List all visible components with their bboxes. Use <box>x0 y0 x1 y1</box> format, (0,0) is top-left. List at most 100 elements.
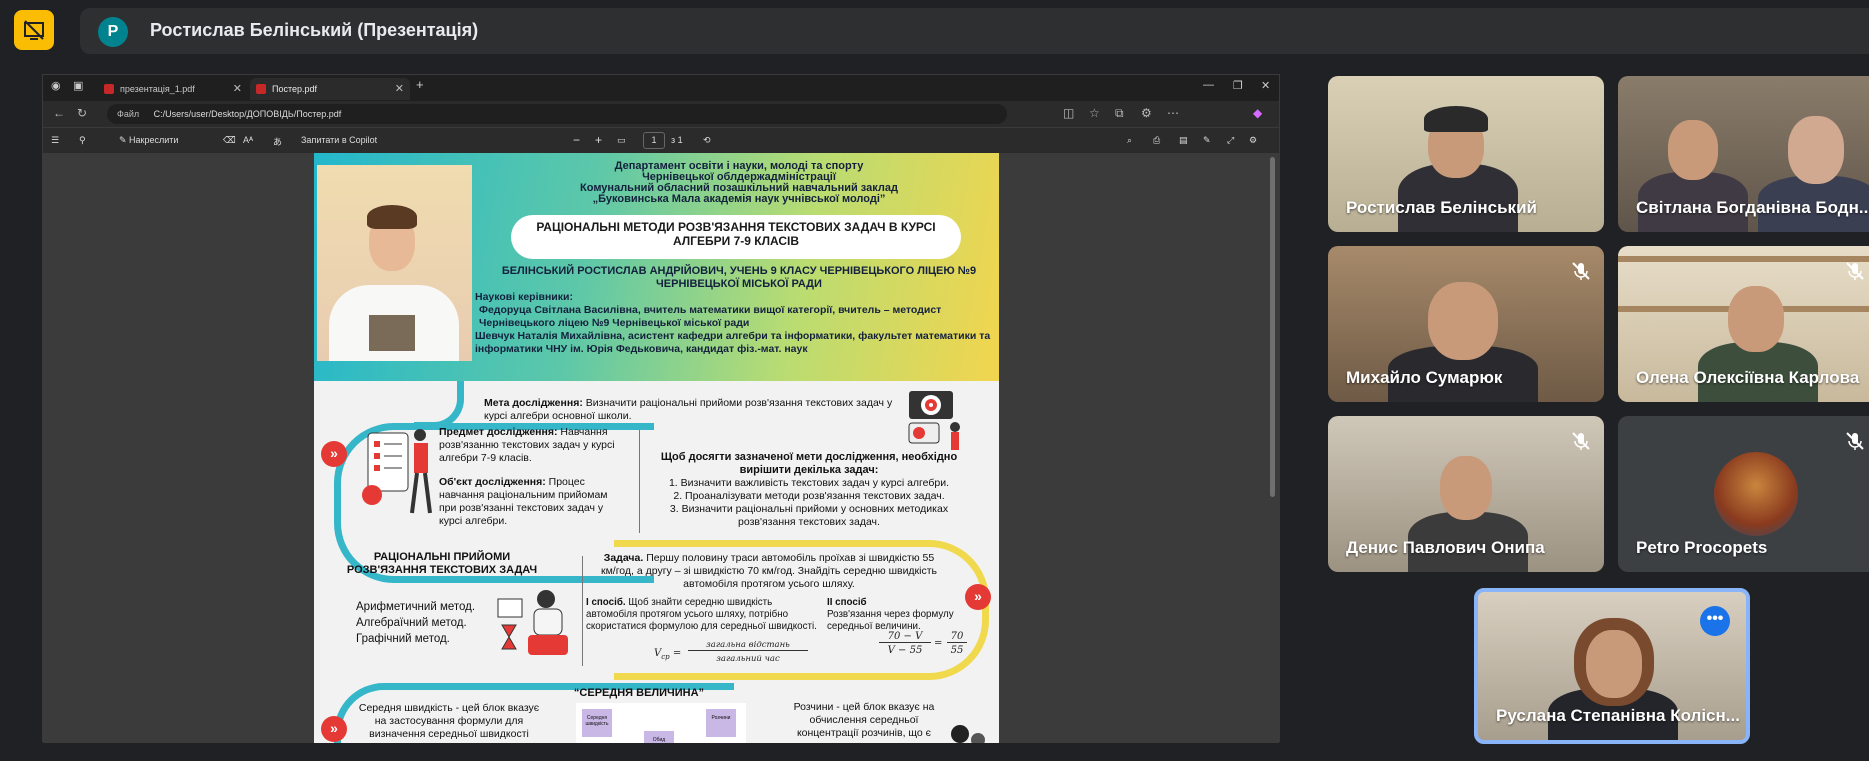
translate-icon[interactable]: あ <box>273 135 282 148</box>
minimize-button[interactable]: — <box>1203 79 1214 91</box>
new-tab-button[interactable]: + <box>416 77 424 92</box>
save-icon[interactable]: ▤ <box>1179 135 1188 146</box>
solutions-text: Розчини - цей блок вказує на обчислення … <box>793 701 935 739</box>
filter-icon[interactable]: ⚲ <box>79 135 86 146</box>
tab-label: Постер.pdf <box>272 84 318 94</box>
read-aloud-icon[interactable]: Aᴬ <box>243 135 253 145</box>
subject-block: Предмет дослідження: Навчання розв'язанн… <box>439 426 629 465</box>
close-window-button[interactable]: ✕ <box>1261 79 1270 92</box>
presenter-avatar: P <box>98 17 128 47</box>
participant-tile-olena[interactable]: Олена Олексіївна Карлова <box>1618 246 1869 402</box>
student-illustration <box>494 585 574 660</box>
favorites-icon[interactable]: ☆ <box>1089 106 1100 120</box>
print-icon[interactable]: ⎙ <box>1153 135 1160 146</box>
goal-label: Мета дослідження: <box>484 397 583 409</box>
more-options-button[interactable]: ••• <box>1700 606 1730 636</box>
tab-actions-icon[interactable]: ▣ <box>73 79 83 92</box>
profile-icon[interactable]: ◉ <box>51 79 61 92</box>
save-as-icon[interactable]: ✎ <box>1203 135 1211 146</box>
vertical-scrollbar[interactable] <box>1270 157 1275 497</box>
chevron-down-icon: » <box>321 716 347 742</box>
muted-mic-icon <box>1846 432 1864 450</box>
reload-icon[interactable]: ↻ <box>77 106 87 120</box>
close-tab-icon[interactable]: ✕ <box>395 82 404 95</box>
settings-more-icon[interactable]: ⋯ <box>1167 106 1179 120</box>
tasks-list: 1. Визначити важливість текстових задач … <box>649 477 969 529</box>
participant-name: Денис Павлович Онипа <box>1346 538 1545 557</box>
close-tab-icon[interactable]: ✕ <box>233 82 242 95</box>
participant-name: Руслана Степанівна Колісн... <box>1496 706 1740 725</box>
back-icon[interactable]: ← <box>53 106 65 120</box>
ask-copilot-button[interactable]: Запитати в Copilot <box>301 135 377 145</box>
tab-poster[interactable]: Постер.pdf ✕ <box>250 78 410 100</box>
stop-presenting-button[interactable] <box>14 10 54 50</box>
student-photo <box>317 165 472 361</box>
supervisors-heading: Наукові керівники: <box>475 291 573 303</box>
extensions-icon[interactable]: ⚙ <box>1141 106 1152 120</box>
draw-label: Накреслити <box>129 135 179 145</box>
more-options-icon: ••• <box>1706 610 1724 627</box>
way1-block: І спосіб. Щоб знайти середню швидкість а… <box>586 597 821 633</box>
tab-strip: ◉ ▣ презентація_1.pdf ✕ Постер.pdf ✕ + —… <box>43 75 1279 101</box>
participant-tile-denys[interactable]: Денис Павлович Онипа <box>1328 416 1604 572</box>
site-info-label[interactable]: Файл <box>117 109 139 119</box>
formula-average-value: 70 − V V − 55 = 70 55 <box>879 631 979 667</box>
participant-name: Олена Олексіївна Карлова <box>1636 368 1860 387</box>
pdf-settings-icon[interactable]: ⚙ <box>1249 135 1257 146</box>
draw-button[interactable]: ✎ Накреслити <box>119 135 178 146</box>
formula-symbol: V <box>887 645 895 656</box>
task-item: 1. Визначити важливість текстових задач … <box>668 477 950 489</box>
poster-author: БЕЛІНСЬКИЙ РОСТИСЛАВ АНДРІЙОВИЧ, УЧЕНЬ 9… <box>501 265 977 290</box>
diagram-box: Розчини <box>706 709 736 737</box>
collections-icon[interactable]: ⧉ <box>1115 106 1124 121</box>
average-value-heading: “СЕРЕДНЯ ВЕЛИЧИНА” <box>573 687 705 699</box>
participant-tile-rostyslav[interactable]: Ростислав Белінський <box>1328 76 1604 232</box>
shared-browser-window: ◉ ▣ презентація_1.pdf ✕ Постер.pdf ✕ + —… <box>42 74 1280 743</box>
tab-label: презентація_1.pdf <box>120 84 195 94</box>
zoom-in-button[interactable]: + <box>595 133 602 147</box>
eraser-icon[interactable]: ⌫ <box>223 135 236 146</box>
rotate-icon[interactable]: ⟲ <box>703 135 711 146</box>
method-item: Алгебраїчний метод. <box>356 617 467 629</box>
formula-average-speed: Vср = загальна відстань загальний час <box>654 640 834 670</box>
search-icon[interactable]: ⌕ <box>1127 135 1132 146</box>
participant-name: Світлана Богданівна Бодн... <box>1636 198 1869 217</box>
average-value-diagram: Середня швидкість Розчини Обид <box>576 703 746 743</box>
diagram-box: Середня швидкість <box>582 709 612 737</box>
fullscreen-icon[interactable]: ⤢ <box>1227 135 1234 146</box>
zoom-out-button[interactable]: − <box>573 133 580 147</box>
url-text: C:/Users/user/Desktop/ДОПОВІДЬ/Постер.pd… <box>153 109 342 119</box>
participant-tile-petro[interactable]: Petro Procopets <box>1618 416 1869 572</box>
institution-line: „Буковинська Мала академія наук учнівськ… <box>592 193 886 205</box>
task-text: Першу половину траси автомобіль проїхав … <box>600 552 938 590</box>
average-speed-text: Середня швидкість - цей блок вказує на з… <box>358 702 540 740</box>
pdf-icon <box>256 84 266 94</box>
tab-prezentatsiia[interactable]: презентація_1.pdf ✕ <box>98 78 248 100</box>
participant-tile-ruslana[interactable]: ••• Руслана Степанівна Колісн... <box>1474 588 1750 744</box>
methods-list: Арифметичний метод. Алгебраїчний метод. … <box>356 599 516 647</box>
address-bar[interactable]: Файл C:/Users/user/Desktop/ДОПОВІДЬ/Пост… <box>107 104 1007 124</box>
diagram-box: Обид <box>644 731 674 743</box>
copilot-icon[interactable]: ◆ <box>1253 106 1262 120</box>
page-number-input[interactable]: 1 <box>643 132 665 149</box>
fit-page-icon[interactable]: ▭ <box>617 135 626 146</box>
decorative-curve <box>414 381 464 429</box>
method-item: Арифметичний метод. <box>356 601 476 613</box>
pdf-viewer[interactable]: Департамент освіти і науки, молоді та сп… <box>43 153 1279 743</box>
target-illustration <box>907 387 967 457</box>
way1-label: І спосіб. <box>586 597 626 608</box>
divider <box>639 430 640 533</box>
split-screen-icon[interactable]: ◫ <box>1063 106 1074 120</box>
way2-text: Розв'язання через формулу середньої вели… <box>827 609 954 632</box>
task-block: Задача. Першу половину траси автомобіль … <box>599 552 939 591</box>
supervisors-block: Наукові керівники: Федоруца Світлана Вас… <box>475 291 995 356</box>
object-label: Об'єкт дослідження: <box>439 476 546 488</box>
muted-mic-icon <box>1846 262 1864 280</box>
poster-page: Департамент освіти і науки, молоді та сп… <box>314 153 999 743</box>
participant-tile-mykhailo[interactable]: Михайло Сумарюк <box>1328 246 1604 402</box>
formula-numerator: загальна відстань <box>688 640 808 651</box>
maximize-button[interactable]: ❐ <box>1233 79 1243 92</box>
contents-icon[interactable]: ☰ <box>51 135 59 146</box>
participant-tile-svitlana[interactable]: Світлана Богданівна Бодн... <box>1618 76 1869 232</box>
poster-header: Департамент освіти і науки, молоді та сп… <box>314 153 999 381</box>
